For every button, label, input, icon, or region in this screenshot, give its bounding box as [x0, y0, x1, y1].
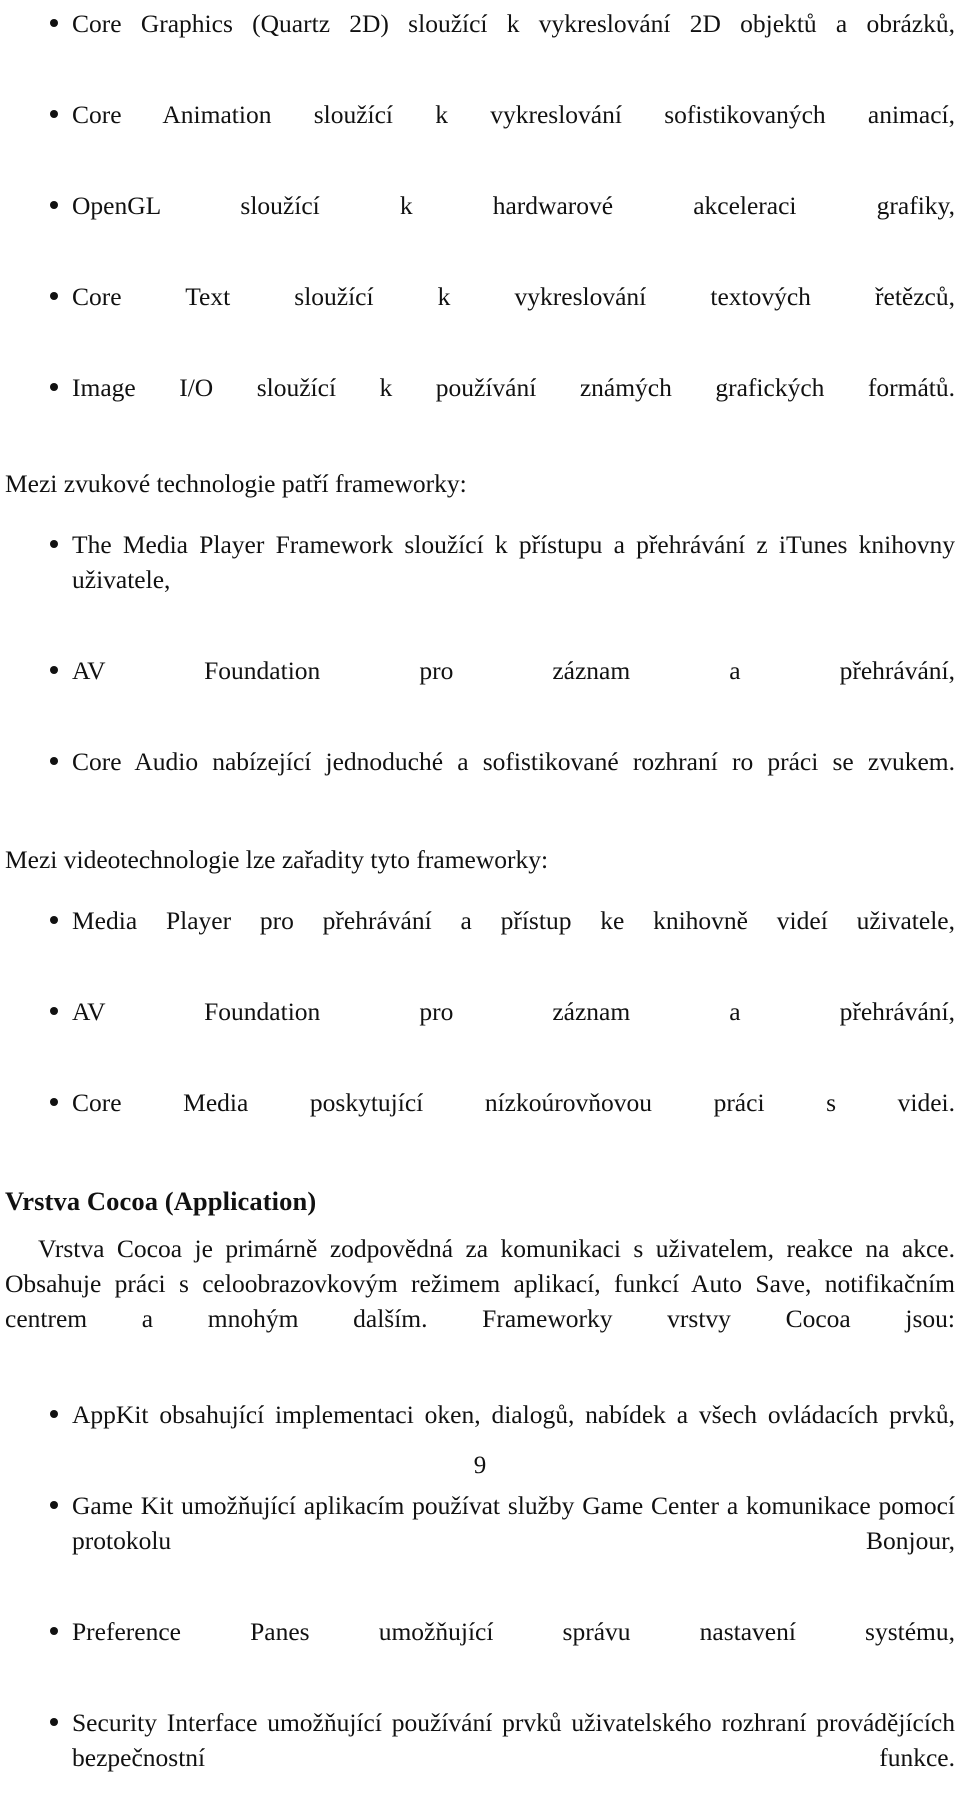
- list-item: OpenGL sloužící k hardwarové akceleraci …: [5, 188, 955, 258]
- bullet-icon: [50, 1718, 58, 1726]
- list-item: AV Foundation pro záznam a přehrávání,: [5, 994, 955, 1064]
- list-item-text: Security Interface umožňující používání …: [72, 1708, 955, 1772]
- bullet-icon: [50, 916, 58, 924]
- bullet-icon: [50, 1098, 58, 1106]
- list-item-text: Core Media poskytující nízkoúrovňovou pr…: [72, 1088, 955, 1117]
- list-item: Core Animation sloužící k vykreslování s…: [5, 97, 955, 167]
- bullet-icon: [50, 201, 58, 209]
- bullet-icon: [50, 1007, 58, 1015]
- audio-framework-list: The Media Player Framework sloužící k př…: [5, 527, 955, 814]
- list-item-text: AV Foundation pro záznam a přehrávání,: [72, 997, 955, 1026]
- list-gap: [5, 973, 955, 994]
- heading-body-gap: [5, 1217, 955, 1231]
- bullet-icon: [50, 1627, 58, 1635]
- list-item-text: OpenGL sloužící k hardwarové akceleraci …: [72, 191, 955, 220]
- list-gap: [5, 1593, 955, 1614]
- video-section-lead: Mezi videotechnologie lze zařadity tyto …: [5, 845, 549, 874]
- list-item-text: Core Audio nabízející jednoduché a sofis…: [72, 747, 955, 776]
- list-item-text: The Media Player Framework sloužící k př…: [72, 530, 955, 594]
- audio-section-lead: Mezi zvukové technologie patří framework…: [5, 469, 467, 498]
- bullet-icon: [50, 666, 58, 674]
- list-item: The Media Player Framework sloužící k př…: [5, 527, 955, 632]
- list-item: AV Foundation pro záznam a přehrávání,: [5, 653, 955, 723]
- list-gap: [5, 76, 955, 97]
- list-item-text: Image I/O sloužící k používání známých g…: [72, 373, 955, 402]
- list-item-text: Core Animation sloužící k vykreslování s…: [72, 100, 955, 129]
- list-gap: [5, 167, 955, 188]
- list-item: Preference Panes umožňující správu nasta…: [5, 1614, 955, 1684]
- list-item-text: Media Player pro přehrávání a přístup ke…: [72, 906, 955, 935]
- document-page: Core Graphics (Quartz 2D) sloužící k vyk…: [0, 0, 960, 1772]
- section-heading-cocoa: Vrstva Cocoa (Application): [5, 1186, 317, 1216]
- list-gap: [5, 349, 955, 370]
- list-gap: [5, 258, 955, 279]
- list-item: Core Graphics (Quartz 2D) sloužící k vyk…: [5, 6, 955, 76]
- heading-gap: [5, 1155, 955, 1185]
- bullet-icon: [50, 110, 58, 118]
- list-item-text: Preference Panes umožňující správu nasta…: [72, 1617, 955, 1646]
- bullet-icon: [50, 757, 58, 765]
- list-item: Image I/O sloužící k používání známých g…: [5, 370, 955, 440]
- list-item-text: Core Graphics (Quartz 2D) sloužící k vyk…: [72, 9, 955, 38]
- list-item: Core Audio nabízející jednoduché a sofis…: [5, 744, 955, 814]
- list-gap: [5, 632, 955, 653]
- video-framework-list: Media Player pro přehrávání a přístup ke…: [5, 903, 955, 1155]
- bullet-icon: [50, 19, 58, 27]
- list-item-text: Core Text sloužící k vykreslování textov…: [72, 282, 955, 311]
- graphics-framework-list: Core Graphics (Quartz 2D) sloužící k vyk…: [5, 6, 955, 440]
- bullet-icon: [50, 383, 58, 391]
- list-gap: [5, 1684, 955, 1705]
- bullet-icon: [50, 292, 58, 300]
- list-item: Core Text sloužící k vykreslování textov…: [5, 279, 955, 349]
- list-gap: [5, 1064, 955, 1085]
- bullet-icon: [50, 540, 58, 548]
- page-number: 9: [473, 1452, 487, 1479]
- list-gap: [5, 723, 955, 744]
- list-item-text: Game Kit umožňující aplikacím používat s…: [72, 1491, 955, 1555]
- cocoa-section-paragraph: Vrstva Cocoa je primárně zodpovědná za k…: [5, 1234, 955, 1333]
- bullet-icon: [50, 1501, 58, 1509]
- list-item: Core Media poskytující nízkoúrovňovou pr…: [5, 1085, 955, 1155]
- list-item: Security Interface umožňující používání …: [5, 1705, 955, 1810]
- bullet-icon: [50, 1410, 58, 1418]
- list-item-text: AV Foundation pro záznam a přehrávání,: [72, 656, 955, 685]
- list-item: Media Player pro přehrávání a přístup ke…: [5, 903, 955, 973]
- list-item: Game Kit umožňující aplikacím používat s…: [5, 1488, 955, 1593]
